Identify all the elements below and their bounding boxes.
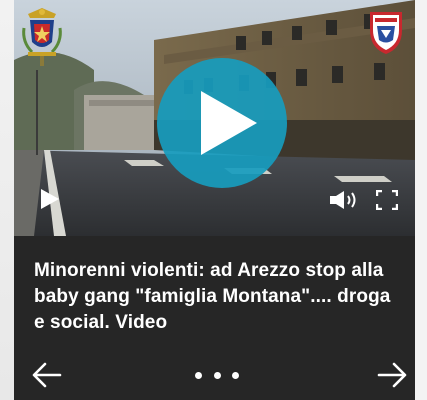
carousel-dot[interactable]: [213, 372, 221, 379]
play-overlay-button[interactable]: [157, 58, 287, 188]
left-sidebar-edge: [0, 0, 14, 400]
carousel-dots: [195, 372, 239, 380]
polizia-di-stato-emblem: [22, 8, 62, 66]
play-icon: [201, 91, 257, 155]
carousel-dot[interactable]: [232, 372, 239, 379]
video-player[interactable]: [14, 0, 415, 236]
right-sidebar-edge: [415, 0, 427, 400]
carousel-navigation: [14, 352, 415, 400]
play-control-icon[interactable]: [38, 188, 60, 210]
article-title-link[interactable]: Minorenni violenti: ad Arezzo stop alla …: [34, 258, 404, 336]
volume-icon[interactable]: [329, 190, 359, 210]
arrow-right-icon[interactable]: [377, 362, 407, 388]
polizia-municipale-badge: [370, 12, 402, 54]
arrow-left-icon[interactable]: [32, 362, 62, 388]
fullscreen-icon[interactable]: [376, 190, 398, 210]
carousel-dot[interactable]: [195, 372, 202, 379]
video-news-card: Minorenni violenti: ad Arezzo stop alla …: [14, 0, 415, 400]
page: Minorenni violenti: ad Arezzo stop alla …: [0, 0, 427, 400]
